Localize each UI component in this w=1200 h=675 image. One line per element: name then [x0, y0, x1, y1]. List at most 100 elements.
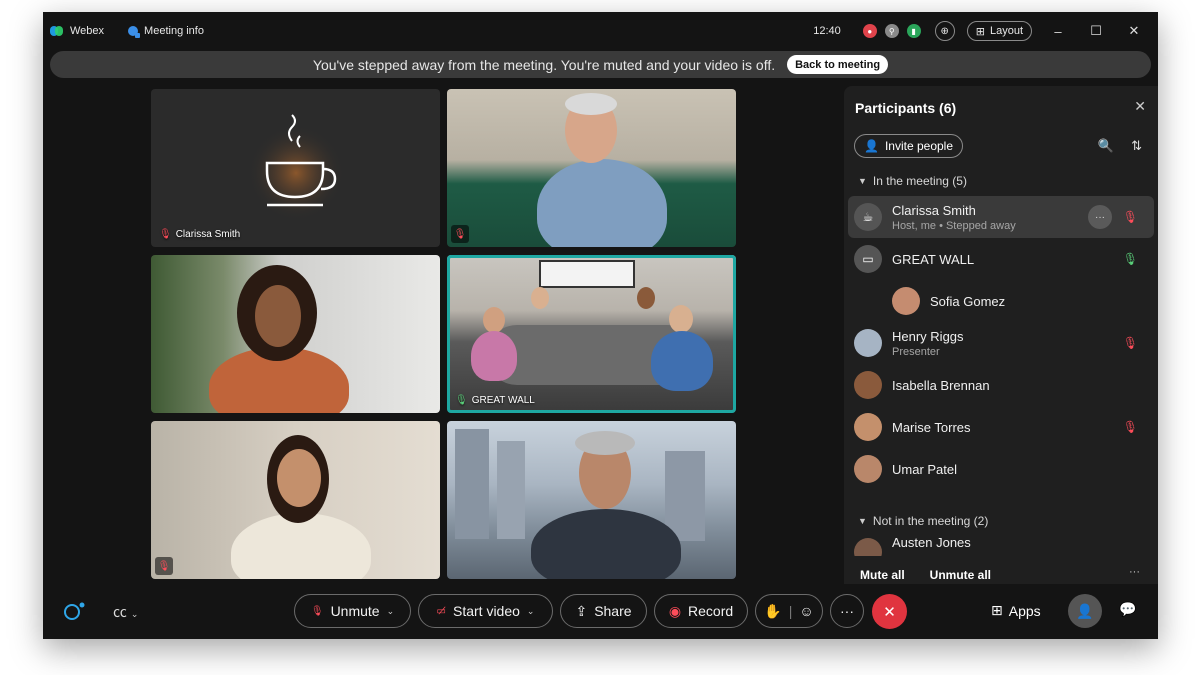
mic-muted-icon: 🎙 — [453, 228, 467, 240]
video-tile-clarissa[interactable]: 🎙 Clarissa Smith — [151, 89, 440, 247]
meeting-info-link[interactable]: Meeting info — [144, 25, 204, 37]
sort-icon[interactable]: ⇅ — [1131, 138, 1142, 154]
tile-muted-badge: 🎙 — [451, 225, 469, 243]
share-button[interactable]: ⇪ Share — [560, 594, 647, 628]
zoom-icon[interactable]: ⊕ — [934, 21, 955, 41]
chevron-down-icon: ⌄ — [130, 609, 139, 619]
participants-title: Participants (6) — [855, 100, 957, 116]
participants-icon: 👤 — [1076, 602, 1094, 619]
mic-muted-icon: 🎙 — [1122, 210, 1138, 224]
webex-logo-icon — [50, 26, 64, 36]
participant-body — [651, 331, 713, 391]
avatar — [854, 455, 882, 483]
participant-name: Isabella Brennan — [892, 377, 990, 393]
chat-icon[interactable]: 💬 — [1119, 601, 1136, 618]
meeting-controls-bar: ㏄ ⌄ 🎙 Unmute ⌄ ▭̸ Start video ⌄ ⇪ Share … — [43, 592, 1158, 639]
participant-body — [231, 513, 371, 579]
banner-message: You've stepped away from the meeting. Yo… — [312, 56, 776, 73]
recording-indicator-icon[interactable]: ● — [862, 24, 877, 38]
mic-muted-icon: 🎙 — [310, 605, 324, 617]
closed-captions-icon[interactable]: ㏄ ⌄ — [113, 602, 138, 622]
mic-muted-icon: 🎙 — [1122, 420, 1138, 434]
participant-role: Presenter — [892, 345, 940, 358]
close-icon: ✕ — [883, 603, 896, 621]
raise-hand-icon: ✋ — [764, 602, 782, 619]
participant-head — [637, 287, 655, 309]
mic-muted-icon: 🎙 — [159, 229, 172, 240]
coffee-cup-icon: ☕ — [854, 203, 882, 231]
meeting-info-icon[interactable] — [128, 26, 141, 38]
emoji-icon: ☺ — [799, 603, 814, 619]
unmute-all-button[interactable]: Unmute all — [930, 568, 991, 582]
mic-on-icon: 🎙 — [455, 395, 468, 406]
webex-assistant-icon[interactable] — [63, 601, 87, 621]
avatar — [892, 287, 920, 315]
participant-name: Sofia Gomez — [930, 293, 1006, 309]
end-call-button[interactable]: ✕ — [872, 594, 907, 629]
avatar — [854, 371, 882, 399]
record-button[interactable]: ◉ Record — [654, 594, 748, 628]
participant-name: Austen Jones — [892, 535, 971, 550]
network-health-icon[interactable]: ▮ — [906, 24, 921, 38]
record-icon: ◉ — [668, 602, 682, 619]
participant-name: GREAT WALL — [892, 251, 975, 267]
close-panel-icon[interactable]: ✕ — [1134, 98, 1146, 115]
more-options-button[interactable]: ··· — [830, 594, 864, 628]
tile-label-great-wall: GREAT WALL — [471, 395, 535, 406]
layout-label: Layout — [989, 25, 1023, 37]
back-to-meeting-button[interactable]: Back to meeting — [787, 55, 889, 74]
participant-row-marise[interactable]: Marise Torres 🎙 — [848, 406, 1154, 448]
participant-row-isabella[interactable]: Isabella Brennan — [848, 364, 1154, 406]
mute-all-button[interactable]: Mute all — [860, 568, 905, 582]
minimize-icon[interactable]: – — [1046, 24, 1070, 39]
participant-name: Marise Torres — [892, 419, 971, 435]
apps-button[interactable]: ⊞ Apps — [991, 602, 1041, 619]
invite-people-button[interactable]: 👤 Invite people — [854, 134, 964, 158]
reactions-button[interactable]: ✋ | ☺ — [755, 594, 823, 628]
start-video-label: Start video — [452, 603, 520, 619]
video-tile-marise[interactable]: 🎙 — [151, 421, 440, 579]
mic-muted-icon: 🎙 — [157, 560, 171, 572]
participant-body — [537, 159, 667, 247]
video-tile-isabella[interactable] — [151, 255, 440, 413]
more-options-icon: ··· — [840, 603, 854, 619]
lock-icon[interactable]: ⚲ — [884, 24, 899, 38]
not-in-meeting-section[interactable]: ▼ Not in the meeting (2) — [858, 514, 988, 528]
in-meeting-section[interactable]: ▼ In the meeting (5) — [858, 174, 967, 188]
maximize-icon[interactable]: ☐ — [1084, 23, 1108, 39]
participants-panel: Participants (6) ✕ 👤 Invite people 🔍 ⇅ ▼… — [844, 86, 1158, 584]
tile-muted-badge: 🎙 — [155, 557, 173, 575]
participant-row-umar[interactable]: Umar Patel — [848, 448, 1154, 490]
start-video-button[interactable]: ▭̸ Start video ⌄ — [418, 594, 553, 628]
more-options-icon[interactable]: ··· — [1088, 205, 1112, 229]
participant-row-sofia[interactable]: Sofia Gomez — [848, 280, 1154, 322]
layout-button[interactable]: ⊞ Layout — [966, 21, 1032, 41]
participant-head — [531, 287, 549, 309]
invite-label: Invite people — [884, 139, 954, 153]
participant-row-great-wall[interactable]: ▭ GREAT WALL 🎙 — [848, 238, 1154, 280]
chevron-down-icon: ⌄ — [386, 605, 395, 616]
participant-role: Host, me • Stepped away — [892, 219, 1016, 232]
participants-toggle-button[interactable]: 👤 — [1068, 594, 1102, 628]
avatar — [854, 538, 882, 556]
chevron-down-icon: ▼ — [858, 516, 867, 526]
participant-row-austen[interactable]: Austen Jones — [848, 532, 1154, 556]
video-device-icon: ▭ — [854, 245, 882, 273]
close-window-icon[interactable]: ✕ — [1122, 23, 1146, 39]
participant-body — [471, 331, 517, 381]
video-tile-great-wall[interactable]: 🎙 GREAT WALL — [447, 255, 736, 413]
video-off-icon: ▭̸ — [436, 605, 446, 617]
panel-more-icon[interactable]: ··· — [1129, 566, 1140, 578]
participant-hair — [575, 431, 635, 455]
unmute-button[interactable]: 🎙 Unmute ⌄ — [294, 594, 411, 628]
participant-row-henry[interactable]: Henry Riggs Presenter 🎙 — [848, 322, 1154, 364]
share-label: Share — [594, 603, 632, 619]
video-tile-henry[interactable]: 🎙 — [447, 89, 736, 247]
search-icon[interactable]: 🔍 — [1098, 138, 1114, 154]
person-add-icon: 👤 — [864, 139, 879, 153]
participant-hair — [565, 93, 617, 115]
city-building — [455, 429, 489, 539]
participant-row-clarissa[interactable]: ☕ Clarissa Smith Host, me • Stepped away… — [848, 196, 1154, 238]
participant-head — [669, 305, 693, 333]
video-tile-umar[interactable] — [447, 421, 736, 579]
